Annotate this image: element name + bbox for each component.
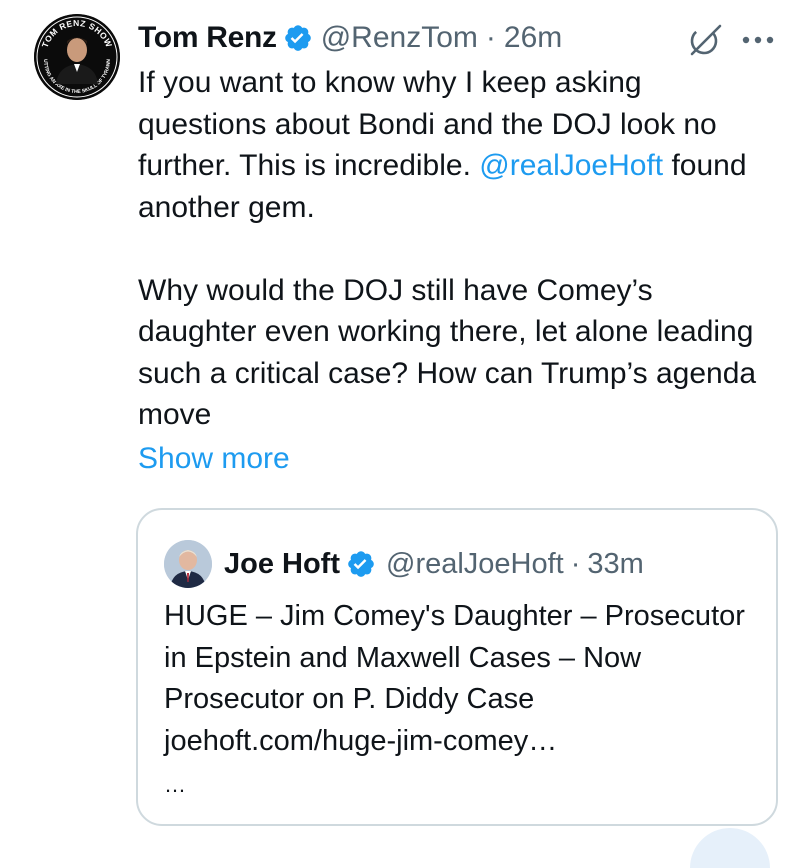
verified-badge-icon[interactable] — [283, 23, 313, 53]
tweet-text: If you want to know why I keep asking qu… — [138, 62, 778, 436]
quoted-verified-badge-icon — [346, 549, 376, 579]
tweet-header: Tom Renz @RenzTom · 26m — [138, 18, 562, 58]
quoted-avatar-image — [164, 540, 212, 588]
tweet-paragraph-1: If you want to know why I keep asking qu… — [138, 62, 778, 228]
quoted-separator-dot: · — [570, 547, 581, 580]
quoted-timestamp[interactable]: 33m — [587, 548, 643, 581]
author-avatar[interactable]: TOM RENZ SHOW PUTTING AN AXE IN THE SKUL… — [34, 14, 120, 100]
quoted-author-handle[interactable]: @realJoeHoft — [386, 548, 564, 581]
author-name[interactable]: Tom Renz — [138, 21, 277, 55]
quoted-author-name[interactable]: Joe Hoft — [224, 548, 340, 581]
quoted-tweet-text: HUGE – Jim Comey's Daughter – Prosecutor… — [164, 596, 764, 762]
author-handle[interactable]: @RenzTom — [321, 21, 478, 55]
quoted-author-avatar[interactable] — [164, 540, 212, 588]
tweet[interactable]: TOM RENZ SHOW PUTTING AN AXE IN THE SKUL… — [0, 0, 804, 868]
quoted-tweet-header: Joe Hoft @realJoeHoft · 33m — [224, 542, 644, 586]
quoted-tweet-body: HUGE – Jim Comey's Daughter – Prosecutor… — [164, 600, 745, 715]
quoted-tweet-ellipsis: … — [164, 772, 187, 797]
quoted-tweet[interactable]: Joe Hoft @realJoeHoft · 33m HUGE – Jim C… — [136, 508, 778, 826]
avatar-image: TOM RENZ SHOW PUTTING AN AXE IN THE SKUL… — [34, 14, 120, 100]
floating-action-button[interactable] — [690, 828, 770, 868]
timestamp[interactable]: 26m — [504, 21, 562, 55]
quoted-tweet-link[interactable]: joehoft.com/huge-jim-comey… — [164, 721, 764, 763]
show-more-link[interactable]: Show more — [138, 438, 290, 480]
tweet-paragraph-2: Why would the DOJ still have Comey’s dau… — [138, 273, 757, 432]
grok-icon[interactable] — [686, 22, 724, 58]
more-options-icon[interactable] — [738, 22, 778, 58]
separator-dot: · — [485, 21, 496, 54]
mention-link[interactable]: @realJoeHoft — [479, 149, 663, 182]
